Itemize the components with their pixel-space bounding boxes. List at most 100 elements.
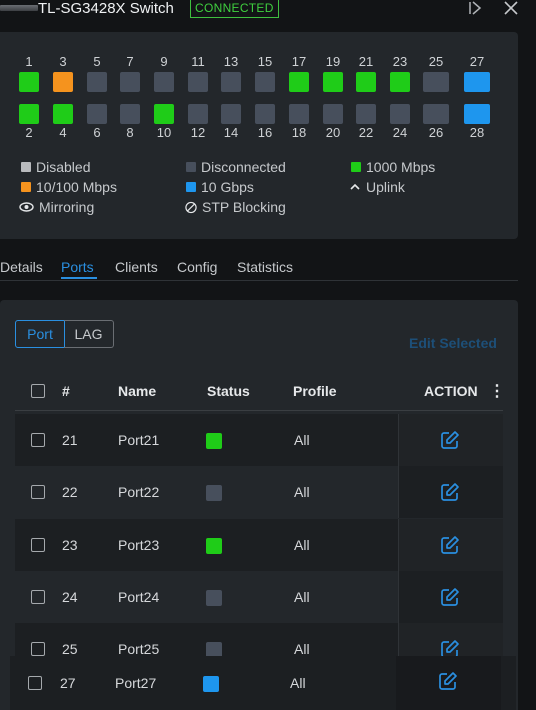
port-number-label: 27 (469, 54, 485, 69)
port-7[interactable] (120, 72, 140, 92)
port-16[interactable] (255, 104, 275, 124)
port-25[interactable] (423, 72, 449, 92)
close-icon[interactable] (502, 0, 520, 18)
row-num: 25 (62, 641, 78, 657)
port-18[interactable] (289, 104, 309, 124)
port-19[interactable] (323, 72, 343, 92)
port-9[interactable] (154, 72, 174, 92)
col-status: Status (207, 383, 250, 399)
port-17[interactable] (289, 72, 309, 92)
port-20[interactable] (323, 104, 343, 124)
status-indicator (206, 538, 222, 554)
row-name: Port24 (118, 589, 160, 605)
port-15[interactable] (255, 72, 275, 92)
eye-icon (19, 201, 34, 213)
toggle-port[interactable]: Port (15, 320, 65, 348)
port-10[interactable] (154, 104, 174, 124)
tab-statistics[interactable]: Statistics (237, 259, 293, 275)
port-3[interactable] (53, 72, 73, 92)
row-checkbox[interactable] (31, 433, 45, 447)
edit-icon[interactable] (438, 671, 458, 691)
port-number-label: 25 (428, 54, 444, 69)
row-checkbox[interactable] (31, 642, 45, 656)
row-checkbox[interactable] (28, 676, 42, 690)
switch-device-icon (0, 5, 38, 11)
legend-disabled: Disabled (21, 159, 90, 175)
legend-label: Uplink (366, 179, 405, 195)
row-profile: All (294, 589, 310, 605)
col-name: Name (118, 383, 157, 399)
port-panel: 1 3 5 7 9 11 13 15 17 19 21 23 25 27 2 4 6 8 10 12 14 16 18 20… (0, 32, 518, 239)
table-row[interactable]: 21 Port21 All (15, 414, 503, 466)
column-options-icon[interactable]: ⋮ (489, 381, 505, 401)
port-number-label: 9 (160, 54, 168, 69)
port-number-label: 21 (358, 54, 374, 69)
port-4[interactable] (53, 104, 73, 124)
port-6[interactable] (87, 104, 107, 124)
port-22[interactable] (356, 104, 376, 124)
port-1[interactable] (19, 72, 39, 92)
tab-bar: Details Ports Clients Config Statistics (0, 256, 518, 281)
table-row[interactable]: 24 Port24 All (15, 571, 503, 623)
port-number-label: 3 (59, 54, 67, 69)
port-number-label: 1 (25, 54, 33, 69)
port-14[interactable] (221, 104, 241, 124)
tab-details[interactable]: Details (0, 259, 43, 275)
port-12[interactable] (188, 104, 208, 124)
select-all-checkbox[interactable] (31, 384, 45, 398)
uplink-icon (349, 181, 361, 193)
legend-1000: 1000 Mbps (351, 159, 435, 175)
port-11[interactable] (188, 72, 208, 92)
port-8[interactable] (120, 104, 140, 124)
active-tab-indicator (61, 277, 97, 279)
row-checkbox[interactable] (31, 485, 45, 499)
edit-selected-button[interactable]: Edit Selected (409, 335, 497, 351)
port-13[interactable] (221, 72, 241, 92)
port-number-label: 2 (25, 125, 33, 140)
port-number-label: 6 (93, 125, 101, 140)
gig-swatch (351, 162, 361, 172)
edit-icon[interactable] (440, 535, 460, 555)
legend-10-100: 10/100 Mbps (21, 179, 117, 195)
port-24[interactable] (390, 104, 410, 124)
port-5[interactable] (87, 72, 107, 92)
action-divider (398, 466, 399, 518)
row-name: Port22 (118, 484, 160, 500)
edit-icon[interactable] (440, 482, 460, 502)
port-21[interactable] (356, 72, 376, 92)
tab-ports[interactable]: Ports (61, 259, 94, 275)
port-number-label: 10 (156, 125, 172, 140)
row-profile: All (294, 432, 310, 448)
status-indicator (206, 433, 222, 449)
port-27[interactable] (464, 72, 490, 92)
table-row[interactable]: 23 Port23 All (15, 519, 503, 571)
panel-collapse-icon[interactable] (466, 0, 484, 18)
legend-uplink: Uplink (349, 179, 405, 195)
table-row[interactable]: 22 Port22 All (15, 466, 503, 518)
port-number-label: 12 (190, 125, 206, 140)
legend-label: STP Blocking (202, 199, 286, 215)
row-num: 24 (62, 589, 78, 605)
port-28[interactable] (464, 104, 490, 124)
toggle-lag[interactable]: LAG (64, 320, 114, 348)
port-26[interactable] (423, 104, 449, 124)
port-number-label: 4 (59, 125, 67, 140)
port-23[interactable] (390, 72, 410, 92)
tab-config[interactable]: Config (177, 259, 217, 275)
port-2[interactable] (19, 104, 39, 124)
port-number-label: 20 (325, 125, 341, 140)
status-indicator (206, 485, 222, 501)
edit-icon[interactable] (440, 587, 460, 607)
legend-mirroring: Mirroring (19, 199, 94, 215)
tab-clients[interactable]: Clients (115, 259, 158, 275)
dragging-row[interactable]: 27 Port27 All (10, 656, 516, 710)
table-header: # Name Status Profile ACTION ⋮ (15, 371, 505, 411)
row-num: 23 (62, 537, 78, 553)
window-header: TL-SG3428X Switch CONNECTED (0, 0, 536, 22)
action-divider (398, 519, 399, 571)
row-checkbox[interactable] (31, 590, 45, 604)
col-action: ACTION (424, 383, 478, 399)
row-checkbox[interactable] (31, 538, 45, 552)
col-profile: Profile (293, 383, 337, 399)
edit-icon[interactable] (440, 430, 460, 450)
